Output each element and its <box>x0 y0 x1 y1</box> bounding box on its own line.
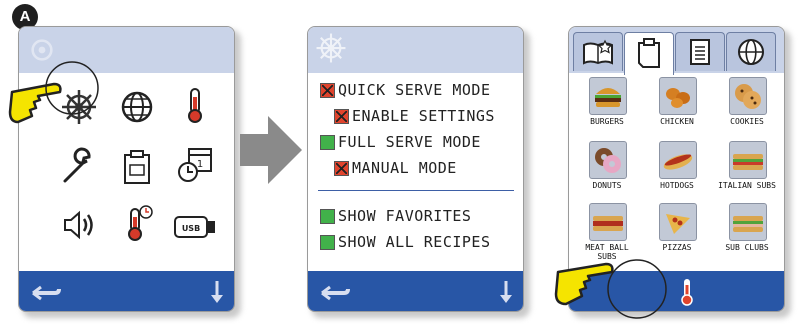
svg-text:USB: USB <box>182 224 200 233</box>
recipe-tile-cookies[interactable]: COOKIES <box>714 77 780 139</box>
option-show-favorites[interactable]: SHOW FAVORITES <box>320 205 471 227</box>
cookies-image <box>729 77 767 115</box>
recipe-tile-donuts[interactable]: DONUTS <box>574 141 640 203</box>
options-screen: QUICK SERVE MODE ENABLE SETTINGS FULL SE… <box>307 26 524 312</box>
bottom-bar <box>19 271 234 311</box>
tile-label: COOKIES <box>730 117 764 126</box>
speaker-icon[interactable] <box>59 205 99 245</box>
option-label: SHOW ALL RECIPES <box>338 233 491 251</box>
tile-label: DONUTS <box>592 181 622 190</box>
tab-recipes[interactable] <box>624 32 674 75</box>
tile-label: SUB CLUBS <box>725 243 769 252</box>
checked-checkbox-icon[interactable] <box>320 134 335 150</box>
down-arrow-icon[interactable] <box>209 279 225 305</box>
document-list-icon <box>688 38 712 66</box>
tab-globe[interactable] <box>726 32 776 71</box>
recipe-book-icon[interactable] <box>117 147 157 187</box>
globe-icon <box>735 36 767 68</box>
thermometer-icon[interactable] <box>175 85 215 125</box>
option-label: QUICK SERVE MODE <box>338 81 491 99</box>
donuts-image <box>589 141 627 179</box>
burger-image <box>589 77 627 115</box>
club-sub-image <box>729 203 767 241</box>
svg-text:1: 1 <box>197 159 203 170</box>
down-arrow-icon[interactable] <box>498 279 514 305</box>
checked-checkbox-icon[interactable] <box>320 208 335 224</box>
tile-label: CHICKEN <box>660 117 694 126</box>
x-checkbox-icon[interactable] <box>320 82 335 98</box>
bottom-bar <box>308 271 523 311</box>
tile-label: ITALIAN SUBS <box>718 181 776 190</box>
wrench-icon[interactable] <box>59 147 99 187</box>
option-label: MANUAL MODE <box>352 159 457 177</box>
option-manual-mode[interactable]: MANUAL MODE <box>334 157 457 179</box>
tile-label: PIZZAS <box>662 243 692 252</box>
globe-icon[interactable] <box>117 87 157 127</box>
ship-wheel-icon <box>314 31 348 65</box>
highlight-circle-icon <box>44 60 100 116</box>
book-star-icon <box>582 37 614 67</box>
x-checkbox-icon[interactable] <box>334 160 349 176</box>
option-label: FULL SERVE MODE <box>338 133 481 151</box>
option-quick-serve[interactable]: QUICK SERVE MODE <box>320 79 491 101</box>
tab-favorites[interactable] <box>573 32 623 71</box>
back-arrow-icon[interactable] <box>318 279 352 303</box>
option-enable-settings[interactable]: ENABLE SETTINGS <box>334 105 495 127</box>
back-arrow-icon[interactable] <box>29 279 63 303</box>
recipe-tile-pizzas[interactable]: PIZZAS <box>644 203 710 265</box>
hotdog-image <box>659 141 697 179</box>
option-show-all-recipes[interactable]: SHOW ALL RECIPES <box>320 231 491 253</box>
calendar-clock-icon[interactable]: 1 <box>175 145 215 185</box>
checked-checkbox-icon[interactable] <box>320 234 335 250</box>
recipe-tile-italian-subs[interactable]: ITALIAN SUBS <box>714 141 780 203</box>
highlight-circle-icon <box>606 258 668 320</box>
recipe-tile-burgers[interactable]: BURGERS <box>574 77 640 139</box>
tile-label: HOTDOGS <box>660 181 694 190</box>
right-arrow-icon <box>234 110 306 190</box>
option-full-serve[interactable]: FULL SERVE MODE <box>320 131 481 153</box>
clipboard-icon <box>635 37 663 69</box>
recipe-tile-chicken[interactable]: CHICKEN <box>644 77 710 139</box>
thermometer-icon[interactable] <box>677 277 697 307</box>
option-label: ENABLE SETTINGS <box>352 107 495 125</box>
x-checkbox-icon[interactable] <box>334 108 349 124</box>
italian-sub-image <box>729 141 767 179</box>
temperature-timer-icon[interactable] <box>117 203 157 243</box>
recipe-tile-sub-clubs[interactable]: SUB CLUBS <box>714 203 780 265</box>
recipe-tile-hotdogs[interactable]: HOTDOGS <box>644 141 710 203</box>
tab-bar <box>569 27 784 75</box>
tile-label: BURGERS <box>590 117 624 126</box>
usb-drive-icon[interactable]: USB <box>171 207 219 247</box>
pizza-image <box>659 203 697 241</box>
meatball-sub-image <box>589 203 627 241</box>
option-label: SHOW FAVORITES <box>338 207 472 225</box>
tab-list[interactable] <box>675 32 725 71</box>
screen-header <box>308 27 523 73</box>
chicken-image <box>659 77 697 115</box>
divider <box>318 190 514 191</box>
